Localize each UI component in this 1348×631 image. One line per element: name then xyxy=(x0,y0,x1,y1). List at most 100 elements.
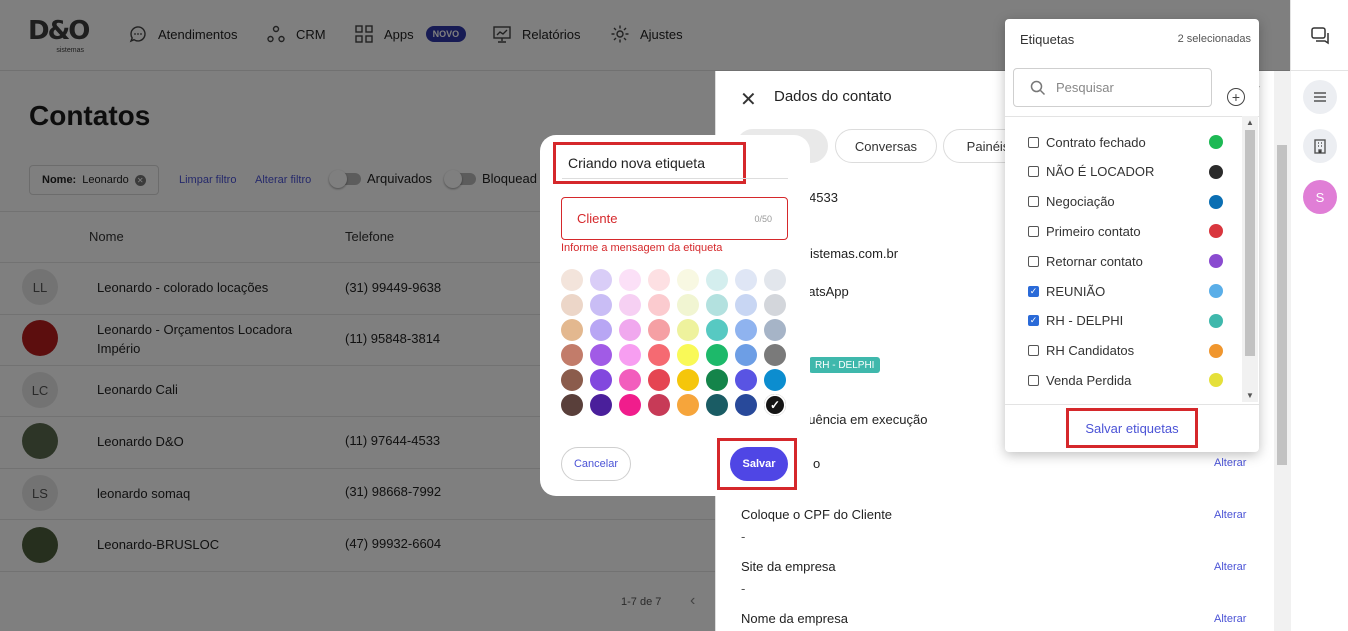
color-swatch[interactable] xyxy=(677,269,699,291)
panel-scrollbar[interactable] xyxy=(1274,71,1291,631)
color-swatch[interactable] xyxy=(619,319,641,341)
tag-label: RH Candidatos xyxy=(1046,343,1135,359)
tag-checkbox[interactable] xyxy=(1028,166,1039,178)
tag-option[interactable]: Primeiro contato xyxy=(1028,221,1223,241)
messages-button[interactable] xyxy=(1291,0,1348,71)
alterar-link[interactable]: Alterar xyxy=(1214,561,1246,573)
color-swatch[interactable] xyxy=(619,394,641,416)
tag-list-scrollbar[interactable]: ▲ ▼ xyxy=(1242,116,1258,402)
sequence-status: quência em execução xyxy=(801,412,928,427)
tag-checkbox[interactable] xyxy=(1028,196,1039,208)
color-swatch[interactable] xyxy=(677,369,699,391)
tag-color-dot xyxy=(1209,194,1223,209)
color-swatch[interactable] xyxy=(706,269,728,291)
color-swatch[interactable] xyxy=(706,344,728,366)
alterar-link[interactable]: Alterar xyxy=(1214,613,1246,625)
color-swatch[interactable] xyxy=(619,269,641,291)
tag-label: Primeiro contato xyxy=(1046,223,1141,239)
color-swatch[interactable] xyxy=(706,394,728,416)
color-swatch[interactable] xyxy=(735,394,757,416)
tag-label: Retornar contato xyxy=(1046,253,1143,269)
color-swatch[interactable] xyxy=(561,344,583,366)
company-button[interactable] xyxy=(1303,129,1337,163)
color-swatch[interactable] xyxy=(764,269,786,291)
color-swatch[interactable] xyxy=(648,319,670,341)
tag-label: REUNIÃO xyxy=(1046,283,1106,299)
color-swatch[interactable] xyxy=(735,294,757,316)
color-swatch[interactable] xyxy=(619,369,641,391)
color-swatch[interactable] xyxy=(561,369,583,391)
color-swatch[interactable] xyxy=(648,394,670,416)
color-swatch[interactable] xyxy=(764,294,786,316)
tag-option[interactable]: RH Candidatos xyxy=(1028,341,1223,361)
color-swatch[interactable] xyxy=(619,294,641,316)
color-swatch[interactable] xyxy=(561,394,583,416)
tag-checkbox[interactable] xyxy=(1028,225,1039,237)
color-swatch[interactable]: ✓ xyxy=(764,394,786,416)
color-swatch[interactable] xyxy=(735,319,757,341)
scroll-down-icon[interactable]: ▼ xyxy=(1246,391,1254,400)
tag-checkbox[interactable] xyxy=(1028,374,1039,386)
cancel-button[interactable]: Cancelar xyxy=(561,447,631,481)
tag-option[interactable]: Venda Perdida xyxy=(1028,370,1223,390)
color-swatch[interactable] xyxy=(706,294,728,316)
search-icon xyxy=(1030,80,1046,95)
color-swatch[interactable] xyxy=(619,344,641,366)
menu-button[interactable] xyxy=(1303,80,1337,114)
color-swatch[interactable] xyxy=(706,319,728,341)
tag-search-input[interactable]: Pesquisar xyxy=(1013,68,1212,107)
color-swatch[interactable] xyxy=(561,294,583,316)
tag-option[interactable]: NÃO É LOCADOR xyxy=(1028,162,1223,182)
tag-option[interactable]: ✓ RH - DELPHI xyxy=(1028,311,1223,331)
tag-checkbox[interactable]: ✓ xyxy=(1028,285,1039,297)
error-message: Informe a mensagem da etiqueta xyxy=(561,242,723,254)
color-swatch[interactable] xyxy=(706,369,728,391)
color-swatch[interactable] xyxy=(677,394,699,416)
color-swatch[interactable] xyxy=(735,269,757,291)
tag-checkbox[interactable] xyxy=(1028,255,1039,267)
scroll-up-icon[interactable]: ▲ xyxy=(1246,118,1254,127)
color-swatch[interactable] xyxy=(590,394,612,416)
color-swatch[interactable] xyxy=(561,269,583,291)
color-swatch[interactable] xyxy=(677,319,699,341)
add-tag-icon[interactable]: + xyxy=(1227,88,1245,106)
save-tags-button[interactable]: Salvar etiquetas xyxy=(1066,408,1198,448)
color-swatch[interactable] xyxy=(735,369,757,391)
tag-checkbox[interactable]: ✓ xyxy=(1028,315,1039,327)
color-swatch[interactable] xyxy=(735,344,757,366)
color-swatch[interactable] xyxy=(648,344,670,366)
color-swatch[interactable] xyxy=(648,369,670,391)
tag-label: RH - DELPHI xyxy=(1046,313,1124,329)
user-avatar[interactable]: S xyxy=(1303,180,1337,214)
scrollbar-thumb[interactable] xyxy=(1277,145,1287,465)
alterar-link[interactable]: Alterar xyxy=(1214,509,1246,521)
tag-name-input[interactable]: Cliente 0/50 xyxy=(561,197,788,240)
tag-checkbox[interactable] xyxy=(1028,136,1039,148)
tag-label: Contrato fechado xyxy=(1046,134,1146,150)
tag-color-dot xyxy=(1209,164,1223,179)
tag-checkbox[interactable] xyxy=(1028,345,1039,357)
tag-option[interactable]: Contrato fechado xyxy=(1028,132,1223,152)
save-button[interactable]: Salvar xyxy=(730,447,788,481)
color-swatch[interactable] xyxy=(590,344,612,366)
color-swatch[interactable] xyxy=(764,319,786,341)
color-swatch[interactable] xyxy=(648,269,670,291)
close-icon[interactable]: ✕ xyxy=(740,87,757,112)
tag-option[interactable]: Retornar contato xyxy=(1028,251,1223,271)
scrollbar-thumb[interactable] xyxy=(1245,130,1255,356)
color-swatch[interactable] xyxy=(764,369,786,391)
color-swatch[interactable] xyxy=(648,294,670,316)
tag-option[interactable]: ✓ REUNIÃO xyxy=(1028,281,1223,301)
color-swatch[interactable] xyxy=(590,269,612,291)
color-swatch[interactable] xyxy=(590,369,612,391)
color-swatch[interactable] xyxy=(561,319,583,341)
tag-option[interactable]: Negociação xyxy=(1028,192,1223,212)
color-swatch[interactable] xyxy=(677,294,699,316)
color-swatch[interactable] xyxy=(590,319,612,341)
tab-conversas[interactable]: Conversas xyxy=(835,129,937,163)
color-swatch[interactable] xyxy=(764,344,786,366)
color-swatch[interactable] xyxy=(590,294,612,316)
alterar-link[interactable]: Alterar xyxy=(1214,457,1246,469)
color-swatch[interactable] xyxy=(677,344,699,366)
char-counter: 0/50 xyxy=(754,213,772,224)
